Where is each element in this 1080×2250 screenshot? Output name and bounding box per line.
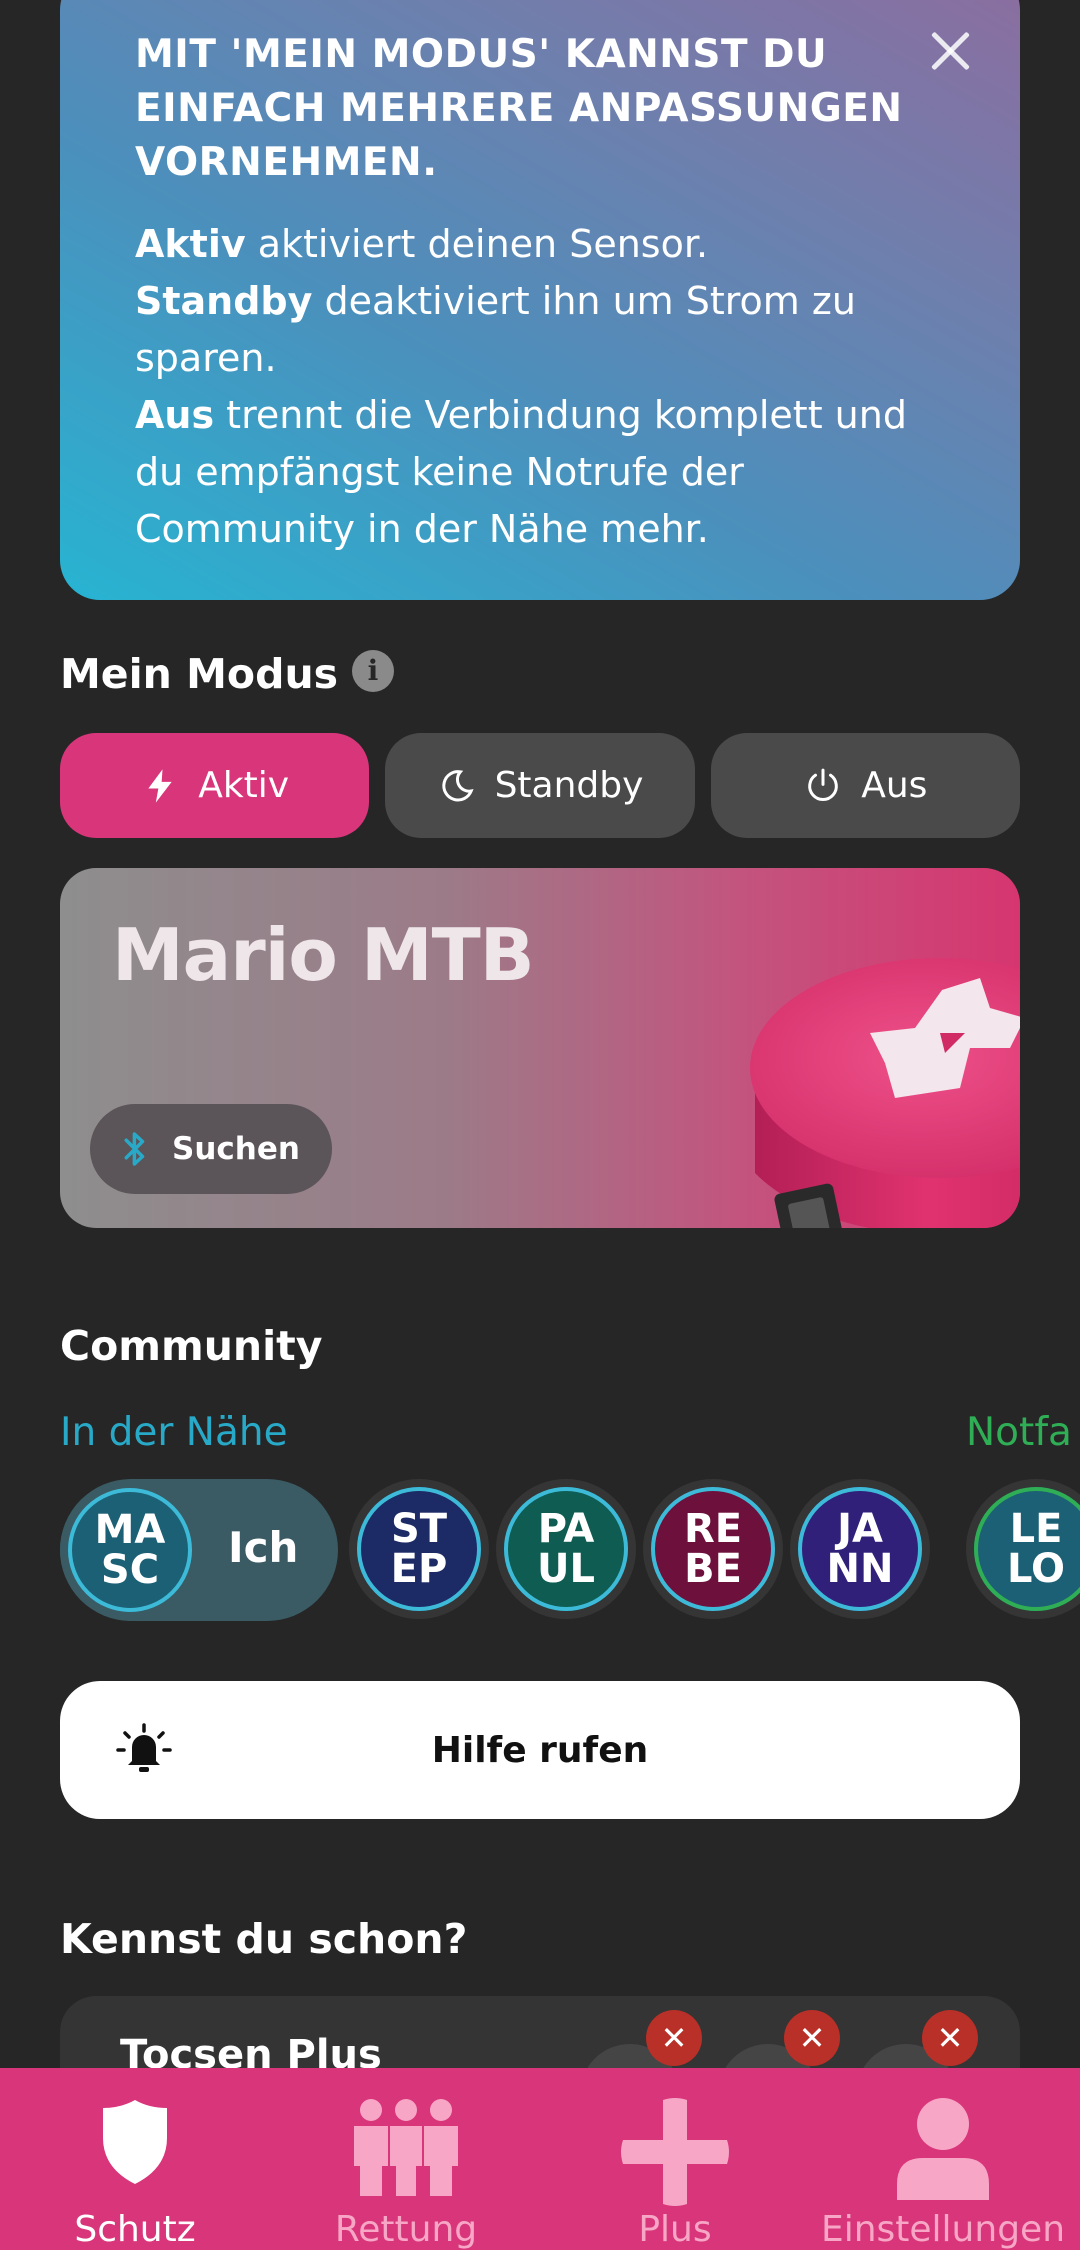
- avatar-member[interactable]: JA NN: [790, 1479, 930, 1619]
- banner-line-standby: Standby deaktiviert ihn um Strom zu spar…: [135, 279, 856, 380]
- mode-aus-button[interactable]: Aus: [710, 733, 1020, 838]
- avatar-member[interactable]: PA UL: [496, 1479, 636, 1619]
- avatar-emergency-member[interactable]: LE LO: [966, 1479, 1080, 1619]
- mode-standby-button[interactable]: Standby: [385, 733, 695, 838]
- community-avatar-list: MA SC Ich ST EP PA UL RE BE JA NN LE LO: [60, 1476, 1080, 1622]
- banner-line-aus: Aus trennt die Verbindung komplett und d…: [135, 393, 907, 551]
- info-icon[interactable]: i: [352, 650, 394, 692]
- me-pill[interactable]: MA SC Ich: [60, 1479, 338, 1621]
- moon-icon: [441, 769, 474, 801]
- promo-section-title: Kennst du schon?: [60, 1915, 468, 1963]
- mode-aktiv-label: Aktiv: [198, 765, 290, 806]
- call-help-button[interactable]: Hilfe rufen: [60, 1681, 1020, 1819]
- alarm-bell-icon: [116, 1723, 172, 1772]
- plus-icon: [621, 2098, 729, 2206]
- me-label: Ich: [228, 1523, 299, 1572]
- sensor-card[interactable]: Mario MTB Suchen: [60, 868, 1020, 1228]
- avatar-member[interactable]: ST EP: [349, 1479, 489, 1619]
- tab-emergency[interactable]: Notfa: [966, 1410, 1072, 1455]
- mode-aus-label: Aus: [861, 765, 928, 806]
- banner-title: MIT 'MEIN MODUS' KANNST DU EINFACH MEHRE…: [135, 32, 903, 185]
- community-title: Community: [60, 1322, 323, 1370]
- nav-label-schutz: Schutz: [74, 2209, 196, 2250]
- mode-standby-label: Standby: [494, 765, 644, 806]
- search-label: Suchen: [172, 1131, 300, 1167]
- dismiss-icon[interactable]: ✕: [646, 2010, 702, 2066]
- avatar-member[interactable]: RE BE: [643, 1479, 783, 1619]
- nav-item-einstellungen[interactable]: Einstellungen: [816, 2068, 1070, 2250]
- sensor-name: Mario MTB: [112, 913, 535, 997]
- profile-icon: [897, 2098, 989, 2200]
- nav-label-rettung: Rettung: [334, 2209, 478, 2250]
- bottom-navigation: Schutz Rettung Plus Einstellungen: [0, 2068, 1080, 2250]
- dismiss-icon[interactable]: ✕: [922, 2010, 978, 2066]
- call-help-label: Hilfe rufen: [431, 1729, 649, 1771]
- mode-aktiv-button[interactable]: Aktiv: [60, 733, 370, 838]
- nav-label-plus: Plus: [638, 2209, 712, 2250]
- bluetooth-icon: [124, 1132, 145, 1166]
- banner-body: Aktiv aktiviert deinen Sensor. Standby d…: [135, 216, 910, 558]
- power-icon: [808, 768, 838, 801]
- group-icon: [354, 2099, 458, 2196]
- info-banner: MIT 'MEIN MODUS' KANNST DU EINFACH MEHRE…: [60, 0, 1020, 600]
- close-icon[interactable]: [928, 28, 972, 72]
- shield-icon: [103, 2100, 167, 2184]
- nav-item-plus[interactable]: Plus: [600, 2068, 750, 2250]
- nav-label-einstellungen: Einstellungen: [820, 2209, 1066, 2250]
- mode-section-title: Mein Modus: [60, 650, 339, 698]
- sensor-device-image: [750, 958, 1020, 1228]
- avatar-me: MA SC: [60, 1480, 200, 1620]
- search-button[interactable]: Suchen: [90, 1104, 332, 1194]
- banner-line-aktiv: Aktiv aktiviert deinen Sensor.: [135, 222, 709, 266]
- nav-item-schutz[interactable]: Schutz: [40, 2068, 230, 2250]
- tab-nearby[interactable]: In der Nähe: [60, 1410, 288, 1455]
- dismiss-icon[interactable]: ✕: [784, 2010, 840, 2066]
- mode-selector: Aktiv Standby Aus: [60, 733, 1020, 838]
- lightning-icon: [148, 768, 172, 803]
- nav-item-rettung[interactable]: Rettung: [318, 2068, 494, 2250]
